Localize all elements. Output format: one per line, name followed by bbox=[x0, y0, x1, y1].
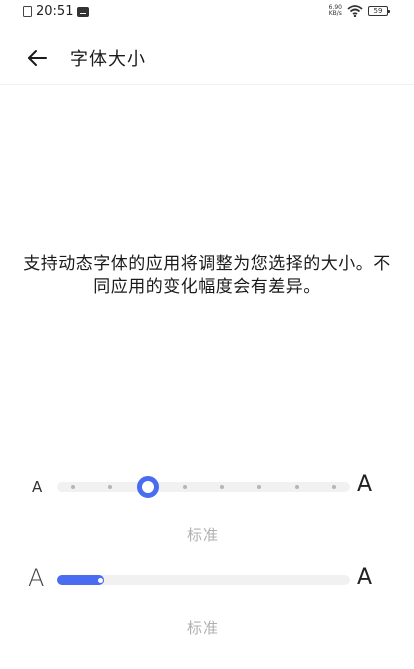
slider-thumb[interactable] bbox=[136, 476, 159, 498]
message-icon bbox=[77, 6, 90, 17]
status-bar-right: 6.90 KB/s 59 bbox=[329, 5, 390, 17]
network-speed: 6.90 KB/s bbox=[329, 5, 342, 17]
slider-step-dot[interactable] bbox=[257, 485, 262, 489]
status-bar-left: 20:51 bbox=[23, 4, 90, 19]
arrow-left-icon bbox=[28, 50, 47, 66]
page-title: 字体大小 bbox=[70, 49, 146, 70]
slider-step-dot[interactable] bbox=[220, 485, 225, 489]
max-size-label: A bbox=[357, 472, 373, 497]
font-size-slider-row: A A bbox=[0, 472, 414, 502]
slider-step-dot[interactable] bbox=[294, 485, 299, 489]
wifi-icon bbox=[347, 5, 363, 17]
display-scale-slider-row: A A bbox=[0, 564, 414, 595]
max-scale-label: A bbox=[357, 565, 373, 590]
status-time: 20:51 bbox=[36, 4, 74, 19]
document-icon bbox=[23, 6, 32, 17]
battery-icon: 59 bbox=[368, 6, 390, 16]
slider-step-dot[interactable] bbox=[182, 485, 187, 489]
back-button[interactable] bbox=[22, 43, 52, 73]
display-scale-caption: 标准 bbox=[186, 619, 219, 637]
slider-step-dot[interactable] bbox=[108, 485, 113, 489]
font-size-screen: 20:51 6.90 KB/s 59 字体大小 支持动态字体的应用将调整为您选择… bbox=[0, 0, 414, 669]
slider-step-dot[interactable] bbox=[71, 485, 75, 489]
display-scale-slider[interactable] bbox=[57, 575, 350, 585]
font-size-caption: 标准 bbox=[186, 526, 219, 544]
status-bar: 20:51 6.90 KB/s 59 bbox=[0, 0, 414, 26]
description-text: 支持动态字体的应用将调整为您选择的大小。不同应用的变化幅度会有差异。 bbox=[23, 254, 391, 297]
slider-step-dot[interactable] bbox=[332, 485, 336, 489]
app-header: 字体大小 bbox=[0, 30, 414, 85]
min-scale-label: A bbox=[28, 564, 45, 592]
slider-handle[interactable] bbox=[97, 576, 104, 584]
network-speed-unit: KB/s bbox=[328, 10, 342, 17]
min-size-label: A bbox=[32, 478, 43, 496]
font-size-slider[interactable] bbox=[57, 476, 350, 498]
battery-level: 59 bbox=[373, 6, 383, 15]
